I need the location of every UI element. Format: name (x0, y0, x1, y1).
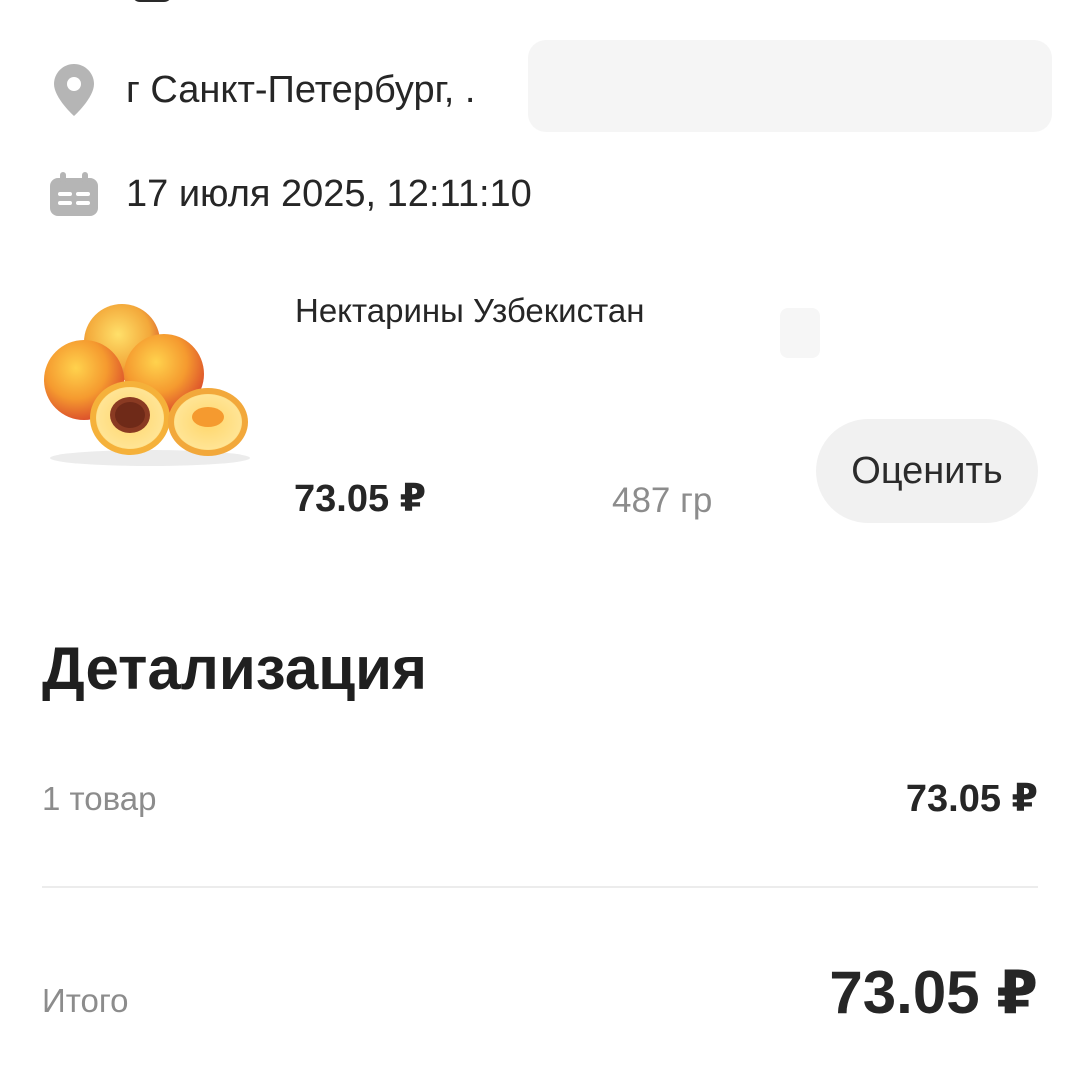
total-label: Итого (42, 982, 129, 1019)
divider (42, 886, 1038, 888)
redaction-mark (780, 308, 820, 358)
address-row: г Санкт-Петербург, . (42, 62, 475, 118)
nectarines-image (40, 300, 260, 470)
delivery-address: г Санкт-Петербург, . (126, 68, 476, 111)
calendar-icon (42, 172, 106, 216)
datetime-row: 17 июля 2025, 12:11:10 (42, 166, 532, 222)
rate-button[interactable]: Оценить (816, 419, 1038, 523)
product-price: 73.05 ₽ (294, 478, 427, 520)
items-subtotal: 73.05 ₽ (905, 778, 1038, 820)
items-count-label: 1 товар (42, 780, 157, 817)
location-pin-icon (42, 64, 106, 116)
order-datetime: 17 июля 2025, 12:11:10 (126, 172, 532, 215)
total-value: 73.05 ₽ (829, 959, 1038, 1026)
page-title-clipped (42, 0, 502, 14)
product-name[interactable]: Нектарины Узбекистан (295, 292, 644, 330)
product-weight: 487 гр (612, 481, 713, 520)
details-title: Детализация (42, 635, 427, 702)
address-redaction (528, 40, 1052, 132)
